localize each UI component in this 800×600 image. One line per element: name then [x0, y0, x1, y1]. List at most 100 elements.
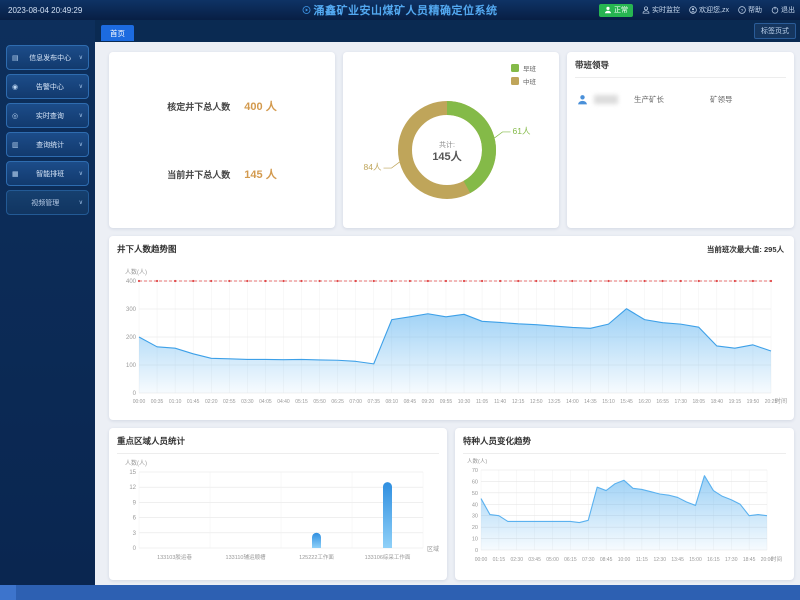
special-trend-chart: 0 10 20 30 40 50 60 70 00:00 01:15 02:30 03:45 05:00… — [467, 457, 782, 563]
status-badge[interactable]: 正常 — [599, 3, 634, 17]
svg-text:15:10: 15:10 — [602, 399, 615, 405]
svg-text:17:30: 17:30 — [725, 557, 738, 563]
chevron-down-icon: ∨ — [78, 113, 83, 119]
svg-text:50: 50 — [472, 491, 478, 497]
svg-text:400: 400 — [126, 279, 137, 285]
svg-text:6: 6 — [133, 516, 137, 522]
svg-text:200: 200 — [126, 335, 137, 341]
svg-text:中班: 中班 — [523, 77, 537, 86]
svg-text:133103胶运巷: 133103胶运巷 — [157, 553, 192, 561]
svg-text:13:45: 13:45 — [671, 557, 684, 563]
svg-text:12: 12 — [129, 485, 136, 491]
svg-text:12:50: 12:50 — [530, 399, 543, 405]
header-timestamp: 2023-08-04 20:49:29 — [8, 5, 83, 15]
search-icon: ◎ — [12, 112, 19, 120]
svg-text:00:00: 00:00 — [133, 399, 146, 405]
svg-text:08:10: 08:10 — [386, 399, 399, 405]
sidebar-item-label: 信息发布中心 — [29, 54, 72, 62]
svg-text:145人: 145人 — [432, 149, 462, 163]
sidebar-item-info-center[interactable]: ▤ 信息发布中心 ∨ — [6, 45, 89, 70]
app-title: 涌鑫矿业安山煤矿人员精确定位系统 — [302, 2, 498, 18]
svg-text:01:10: 01:10 — [169, 399, 182, 405]
app-title-text: 涌鑫矿业安山煤矿人员精确定位系统 — [313, 5, 498, 17]
svg-text:04:05: 04:05 — [259, 399, 272, 405]
trend-title: 井下人数趋势图 — [117, 244, 177, 254]
leader-position: 生产矿长 — [634, 95, 664, 104]
svg-text:10: 10 — [472, 537, 478, 543]
svg-text:9: 9 — [133, 500, 137, 506]
svg-text:人数(人): 人数(人) — [467, 457, 487, 465]
svg-text:13:25: 13:25 — [548, 399, 561, 405]
svg-text:133106综采工作面: 133106综采工作面 — [365, 553, 411, 561]
main-area: 首页 标签页式 核定井下总人数 400 人 当前井下总人数 145 人 61人 8… — [95, 20, 800, 585]
svg-text:06:25: 06:25 — [331, 399, 344, 405]
duty-leaders-card: 带班领导 生产矿长 矿领导 — [567, 52, 794, 228]
sidebar-item-smart-schedule[interactable]: ▦ 智能排班 ∨ — [6, 161, 89, 186]
svg-text:02:20: 02:20 — [205, 399, 218, 405]
underground-trend-card: 井下人数趋势图 当前班次最大值: 295人 0 100 200 300 400 00:00… — [109, 236, 794, 420]
sidebar-item-alarm-center[interactable]: ◉ 告警中心 ∨ — [6, 74, 89, 99]
nav-realtime-monitor[interactable]: 实时监控 — [642, 5, 680, 15]
svg-text:10:00: 10:00 — [618, 557, 631, 563]
svg-text:15:45: 15:45 — [620, 399, 633, 405]
user-icon — [689, 6, 697, 14]
help-icon: ? — [738, 6, 746, 14]
monitor-icon — [642, 6, 650, 14]
shift-distribution-card: 61人 84人 共计: 145人 早班 中班 — [343, 52, 559, 228]
duty-leaders-title: 带班领导 — [575, 60, 610, 70]
svg-text:人数(人): 人数(人) — [125, 268, 147, 276]
chevron-down-icon: ∨ — [78, 84, 83, 90]
chevron-down-icon: ∨ — [78, 200, 83, 206]
chevron-down-icon: ∨ — [78, 55, 83, 61]
nav-help[interactable]: ? 帮助 — [738, 5, 762, 15]
svg-text:0: 0 — [133, 391, 137, 397]
svg-text:16:55: 16:55 — [656, 399, 669, 405]
underground-trend-chart: 0 100 200 300 400 00:00 00:35 01:10 01:45 02:20 02… — [125, 268, 787, 405]
svg-text:60: 60 — [472, 479, 478, 485]
nav-logout[interactable]: 退出 — [771, 5, 795, 15]
sidebar-item-realtime-query[interactable]: ◎ 实时查询 ∨ — [6, 103, 89, 128]
divider — [575, 77, 786, 78]
nav-welcome-user[interactable]: 欢迎您,zx — [689, 5, 729, 15]
special-personnel-card: 特种人员变化趋势 0 10 20 30 40 50 60 70 00:00 01:15 02:30 0… — [455, 428, 794, 580]
sidebar-item-label: 查询统计 — [36, 141, 65, 149]
stat-label: 核定井下总人数 — [167, 102, 231, 112]
svg-text:02:55: 02:55 — [223, 399, 236, 405]
svg-text:15: 15 — [129, 470, 136, 476]
svg-text:19:15: 19:15 — [729, 399, 742, 405]
svg-text:00:00: 00:00 — [475, 557, 488, 563]
shift-donut-chart: 61人 84人 共计:145人 早班中班 — [364, 64, 537, 199]
svg-text:区域: 区域 — [427, 545, 439, 553]
svg-text:14:00: 14:00 — [566, 399, 579, 405]
svg-text:100: 100 — [126, 363, 137, 369]
svg-text:16:20: 16:20 — [638, 399, 651, 405]
svg-text:08:45: 08:45 — [404, 399, 417, 405]
sidebar-item-label: 智能排班 — [36, 170, 65, 178]
svg-text:12:15: 12:15 — [512, 399, 525, 405]
tab-home[interactable]: 首页 — [101, 25, 134, 41]
person-icon — [604, 6, 612, 14]
stat-value: 400 人 — [244, 101, 277, 113]
svg-text:00:35: 00:35 — [151, 399, 164, 405]
chevron-down-icon: ∨ — [78, 142, 83, 148]
svg-text:04:40: 04:40 — [277, 399, 290, 405]
svg-text:300: 300 — [126, 307, 137, 313]
svg-text:15:00: 15:00 — [689, 557, 702, 563]
svg-text:40: 40 — [472, 502, 478, 508]
leader-name-blurred — [594, 95, 618, 104]
svg-text:03:30: 03:30 — [241, 399, 254, 405]
svg-text:03:45: 03:45 — [528, 557, 541, 563]
svg-text:01:15: 01:15 — [493, 557, 506, 563]
svg-text:时间: 时间 — [771, 555, 782, 563]
svg-text:09:55: 09:55 — [440, 399, 453, 405]
svg-text:07:30: 07:30 — [582, 557, 595, 563]
svg-text:共计:: 共计: — [439, 140, 455, 149]
broadcast-icon: ▤ — [12, 54, 19, 62]
tab-layout-button[interactable]: 标签页式 — [754, 23, 796, 39]
current-total-row: 当前井下总人数 145 人 — [109, 166, 335, 182]
leader-row: 生产矿长 矿领导 — [577, 94, 784, 105]
svg-text:人数(人): 人数(人) — [125, 459, 147, 467]
sidebar-item-query-stats[interactable]: ▥ 查询统计 ∨ — [6, 132, 89, 157]
sidebar-item-video-manage[interactable]: 视频管理 ∨ — [6, 190, 89, 215]
svg-text:0: 0 — [133, 546, 137, 552]
